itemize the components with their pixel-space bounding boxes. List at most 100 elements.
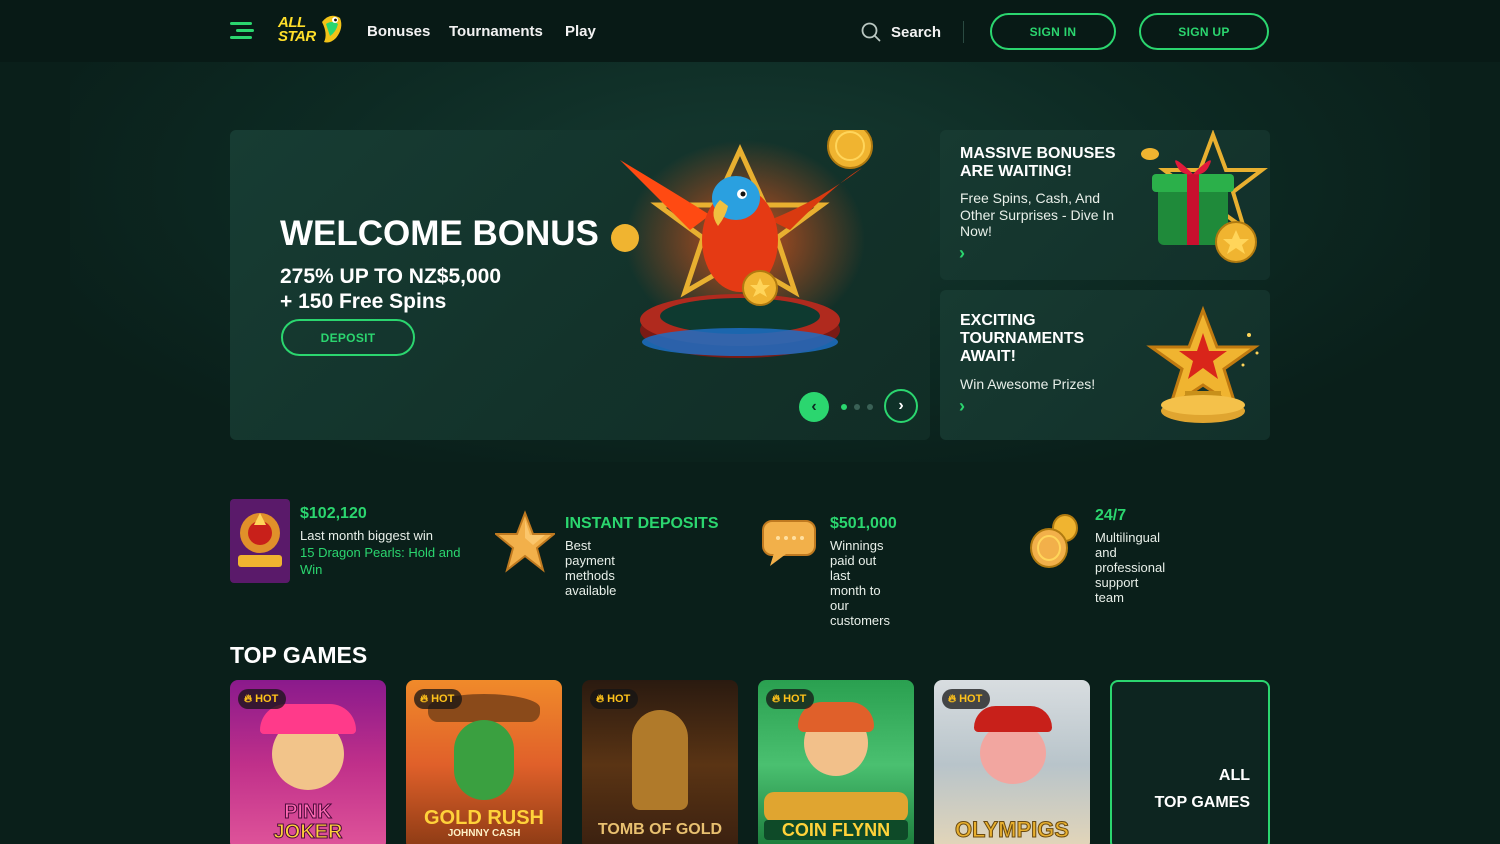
bonuses-card-arrow-icon[interactable]: › <box>959 243 965 264</box>
carousel-prev-button[interactable]: ‹ <box>799 392 829 422</box>
nav-tournaments[interactable]: Tournaments <box>449 23 543 40</box>
hot-badge-label: HOT <box>783 693 807 705</box>
hero-subtitle: 275% UP TO NZ$5,000 + 150 Free Spins <box>280 264 501 314</box>
coins-icon <box>1030 514 1078 568</box>
sign-up-button[interactable]: SIGN UP <box>1139 13 1269 50</box>
support-text: Multilingual and professional support te… <box>1095 530 1165 605</box>
game-title: PINK JOKER <box>230 801 386 843</box>
dragon-pearls-thumbnail-icon[interactable] <box>230 499 290 583</box>
gift-icon <box>1141 130 1268 263</box>
instant-deposits-text-line2: available <box>565 583 617 598</box>
tournaments-card-title-line1: EXCITING <box>960 312 1036 329</box>
deposit-button[interactable]: DEPOSIT <box>281 319 415 356</box>
biggest-win-game-line1: 15 Dragon Pearls: Hold and <box>300 545 461 560</box>
nav-play[interactable]: Play <box>565 23 596 40</box>
game-card-tomb-of-gold[interactable]: 🔥︎ HOT TOMB OF GOLD <box>582 680 738 844</box>
all-top-games-line1: ALL <box>1218 767 1250 784</box>
hot-badge: 🔥︎ HOT <box>590 689 639 709</box>
game-title: TOMB OF GOLD <box>597 821 723 838</box>
hot-badge: 🔥︎ HOT <box>766 689 815 709</box>
logo-text: ALL STAR <box>278 14 316 45</box>
coin-pile <box>764 792 908 822</box>
instant-deposits-text-line1: Best payment methods <box>565 538 615 583</box>
fire-icon: 🔥︎ <box>420 692 429 705</box>
hot-badge-label: HOT <box>255 693 279 705</box>
support-text-line1: Multilingual and <box>1095 530 1161 560</box>
star-icon <box>495 510 555 573</box>
sign-in-button[interactable]: SIGN IN <box>990 13 1116 50</box>
header-divider <box>963 21 964 43</box>
hero-title: WELCOME BONUS <box>280 214 599 253</box>
tournaments-card-title: EXCITING TOURNAMENTS AWAIT! <box>960 312 1084 366</box>
parrot-logo-icon <box>322 15 342 43</box>
fire-icon: 🔥︎ <box>244 692 253 705</box>
game-card-pink-joker[interactable]: 🔥︎ HOT PINK JOKER <box>230 680 386 844</box>
bonuses-card-text-line1: Free Spins, Cash, And <box>960 190 1101 206</box>
bonuses-promo-card[interactable]: MASSIVE BONUSES ARE WAITING! Free Spins,… <box>940 130 1270 280</box>
fire-icon: 🔥︎ <box>596 692 605 705</box>
hot-badge-label: HOT <box>959 693 983 705</box>
game-title: COIN FLYNN <box>764 820 908 840</box>
carousel-next-button[interactable]: › <box>884 389 918 423</box>
all-top-games-label: ALL TOP GAMES <box>1155 762 1250 816</box>
trophy-star-icon <box>1146 305 1260 423</box>
hero-subtitle-line2: + 150 Free Spins <box>280 290 447 313</box>
all-top-games-button[interactable]: ALL TOP GAMES <box>1110 680 1270 844</box>
biggest-win-text: Last month biggest win <box>300 528 433 543</box>
bonuses-card-title-line1: MASSIVE BONUSES <box>960 145 1116 162</box>
cactus-body <box>454 720 514 800</box>
biggest-win-value: $102,120 <box>300 505 367 522</box>
fire-icon: 🔥︎ <box>948 692 957 705</box>
support-text-line2: professional support <box>1095 560 1166 590</box>
bonuses-card-text-line2: Other Surprises - Dive In <box>960 206 1115 223</box>
game-card-coin-flynn[interactable]: 🔥︎ HOT COIN FLYNN <box>758 680 914 844</box>
biggest-win-game-line2: Win <box>300 562 323 577</box>
tournaments-promo-card[interactable]: EXCITING TOURNAMENTS AWAIT! Win Awesome … <box>940 290 1270 440</box>
menu-icon[interactable] <box>230 20 254 42</box>
nav-bonuses[interactable]: Bonuses <box>367 23 430 40</box>
instant-deposits-title: INSTANT DEPOSITS <box>565 515 719 532</box>
hot-badge-label: HOT <box>607 693 631 705</box>
search-button[interactable]: Search <box>861 22 941 42</box>
top-games-title: TOP GAMES <box>230 642 368 668</box>
cobra-statue <box>632 710 688 810</box>
instant-deposits-text: Best payment methods available <box>565 538 616 598</box>
tournaments-card-arrow-icon[interactable]: › <box>959 396 965 417</box>
bonuses-card-text-line3: Now! <box>960 223 992 239</box>
support-text-line3: team <box>1095 590 1124 605</box>
game-title-line1: GOLD RUSH <box>424 807 544 829</box>
bonuses-card-title: MASSIVE BONUSES ARE WAITING! <box>960 145 1116 181</box>
hero-subtitle-line1: 275% UP TO NZ$5,000 <box>280 265 502 288</box>
carousel-dot[interactable] <box>854 404 860 410</box>
tournaments-card-title-line3: AWAIT! <box>960 348 1016 365</box>
support-value: 24/7 <box>1095 507 1127 524</box>
carousel-dot[interactable] <box>867 404 873 410</box>
carousel-dot-active[interactable] <box>841 404 847 410</box>
pig-helmet <box>974 706 1052 732</box>
chat-bubble-icon <box>762 520 816 566</box>
winnings-paid-text-line1: Winnings paid out last <box>830 538 884 583</box>
game-card-olympigs[interactable]: 🔥︎ HOT OLYMPIGS <box>934 680 1090 844</box>
winnings-paid-value: $501,000 <box>830 515 897 532</box>
game-title-line2: JOKER <box>273 821 343 843</box>
site-logo[interactable]: ALL STAR <box>278 12 344 48</box>
welcome-bonus-banner[interactable]: WELCOME BONUS 275% UP TO NZ$5,000 + 150 … <box>230 130 930 440</box>
biggest-win-game-link[interactable]: 15 Dragon Pearls: Hold and Win <box>300 544 470 578</box>
fire-icon: 🔥︎ <box>772 692 781 705</box>
hot-badge: 🔥︎ HOT <box>414 689 463 709</box>
game-title-line1: PINK <box>284 801 333 823</box>
tournaments-card-text: Win Awesome Prizes! <box>960 376 1096 392</box>
top-navigation-bar <box>0 0 1500 62</box>
all-top-games-line2: TOP GAMES <box>1154 794 1250 811</box>
game-title: OLYMPIGS <box>954 817 1070 842</box>
search-label: Search <box>891 23 942 41</box>
winnings-paid-text-line2: month to our customers <box>830 583 890 628</box>
bonuses-card-text: Free Spins, Cash, And Other Surprises - … <box>960 190 1114 240</box>
tournaments-card-title-line2: TOURNAMENTS <box>960 330 1085 347</box>
game-card-gold-rush[interactable]: 🔥︎ HOT GOLD RUSH JOHNNY CASH <box>406 680 562 844</box>
bonuses-card-title-line2: ARE WAITING! <box>960 163 1072 180</box>
hot-badge: 🔥︎ HOT <box>942 689 991 709</box>
hot-badge: 🔥︎ HOT <box>238 689 287 709</box>
hot-badge-label: HOT <box>431 693 455 705</box>
game-title: GOLD RUSH JOHNNY CASH <box>406 808 562 840</box>
